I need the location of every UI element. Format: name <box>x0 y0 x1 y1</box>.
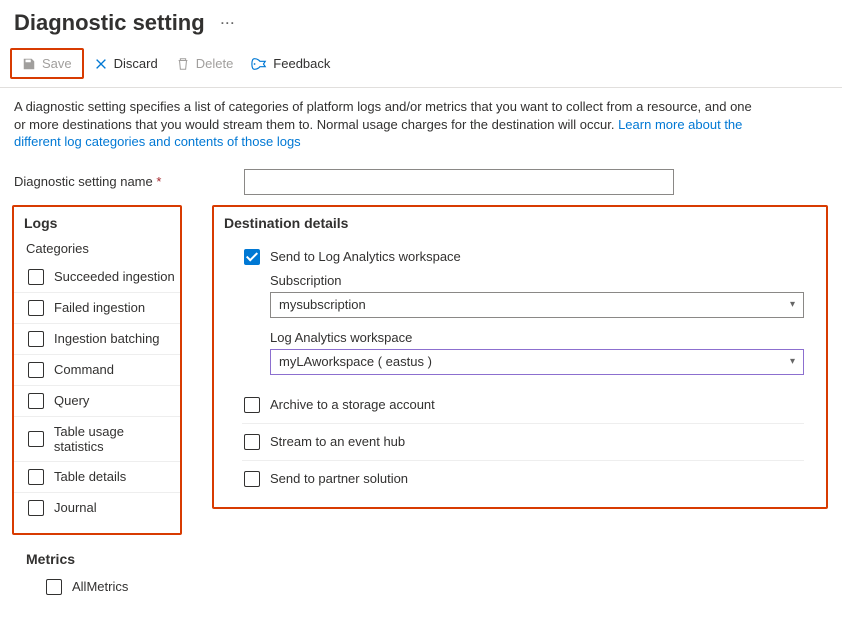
partner-label: Send to partner solution <box>270 471 408 486</box>
log-label: Ingestion batching <box>54 331 160 346</box>
logs-panel: Logs Categories Succeeded ingestion Faile… <box>12 205 182 535</box>
log-label: Journal <box>54 500 97 515</box>
log-category[interactable]: Table usage statistics <box>14 417 180 462</box>
log-category[interactable]: Ingestion batching <box>14 324 180 355</box>
trash-icon <box>176 57 190 71</box>
log-checkbox[interactable] <box>28 331 44 347</box>
send-la-row[interactable]: Send to Log Analytics workspace <box>242 239 804 267</box>
subscription-dropdown[interactable]: mysubscription ▾ <box>270 292 804 318</box>
logs-heading: Logs <box>14 207 180 231</box>
chevron-down-icon: ▾ <box>790 356 795 367</box>
metrics-heading: Metrics <box>26 543 168 567</box>
destination-panel: Destination details Send to Log Analytic… <box>212 205 828 509</box>
archive-row[interactable]: Archive to a storage account <box>242 387 804 424</box>
log-category[interactable]: Journal <box>14 493 180 523</box>
metrics-panel: Metrics AllMetrics <box>12 535 182 610</box>
log-checkbox[interactable] <box>28 469 44 485</box>
eventhub-checkbox[interactable] <box>244 434 260 450</box>
close-icon <box>94 57 108 71</box>
partner-checkbox[interactable] <box>244 471 260 487</box>
subscription-value: mysubscription <box>279 297 366 312</box>
more-menu[interactable]: ··· <box>221 16 236 30</box>
setting-name-label: Diagnostic setting name * <box>14 174 244 189</box>
la-workspace-dropdown[interactable]: myLAworkspace ( eastus ) ▾ <box>270 349 804 375</box>
archive-label: Archive to a storage account <box>270 397 435 412</box>
eventhub-label: Stream to an event hub <box>270 434 405 449</box>
feedback-button[interactable]: Feedback <box>243 52 338 75</box>
log-checkbox[interactable] <box>28 393 44 409</box>
log-category[interactable]: Succeeded ingestion <box>14 262 180 293</box>
page-title: Diagnostic setting <box>14 10 205 36</box>
send-la-checkbox[interactable] <box>244 249 260 265</box>
log-label: Table details <box>54 469 126 484</box>
log-label: Succeeded ingestion <box>54 269 175 284</box>
subscription-label: Subscription <box>270 273 804 288</box>
delete-label: Delete <box>196 56 234 71</box>
log-category[interactable]: Table details <box>14 462 180 493</box>
chevron-down-icon: ▾ <box>790 299 795 310</box>
send-la-label: Send to Log Analytics workspace <box>270 249 461 264</box>
log-category[interactable]: Failed ingestion <box>14 293 180 324</box>
log-checkbox[interactable] <box>28 500 44 516</box>
metric-checkbox[interactable] <box>46 579 62 595</box>
delete-button[interactable]: Delete <box>168 52 242 75</box>
log-checkbox[interactable] <box>28 269 44 285</box>
archive-checkbox[interactable] <box>244 397 260 413</box>
description-text: A diagnostic setting specifies a list of… <box>0 88 780 155</box>
log-checkbox[interactable] <box>28 431 44 447</box>
log-checkbox[interactable] <box>28 300 44 316</box>
log-category[interactable]: Command <box>14 355 180 386</box>
destination-heading: Destination details <box>214 207 826 231</box>
la-workspace-label: Log Analytics workspace <box>270 330 804 345</box>
save-button[interactable]: Save <box>14 52 80 75</box>
discard-label: Discard <box>114 56 158 71</box>
metric-allmetrics[interactable]: AllMetrics <box>26 567 168 602</box>
categories-heading: Categories <box>14 231 180 262</box>
log-label: Failed ingestion <box>54 300 145 315</box>
partner-row[interactable]: Send to partner solution <box>242 461 804 497</box>
log-checkbox[interactable] <box>28 362 44 378</box>
setting-name-input[interactable] <box>244 169 674 195</box>
feedback-label: Feedback <box>273 56 330 71</box>
feedback-icon <box>251 57 267 71</box>
log-label: Table usage statistics <box>54 424 176 454</box>
toolbar: Save Discard Delete Feedback <box>0 44 842 88</box>
save-icon <box>22 57 36 71</box>
eventhub-row[interactable]: Stream to an event hub <box>242 424 804 461</box>
la-workspace-value: myLAworkspace ( eastus ) <box>279 354 432 369</box>
log-label: Query <box>54 393 89 408</box>
log-label: Command <box>54 362 114 377</box>
save-label: Save <box>42 56 72 71</box>
discard-button[interactable]: Discard <box>86 52 166 75</box>
log-category[interactable]: Query <box>14 386 180 417</box>
metric-label: AllMetrics <box>72 579 128 594</box>
